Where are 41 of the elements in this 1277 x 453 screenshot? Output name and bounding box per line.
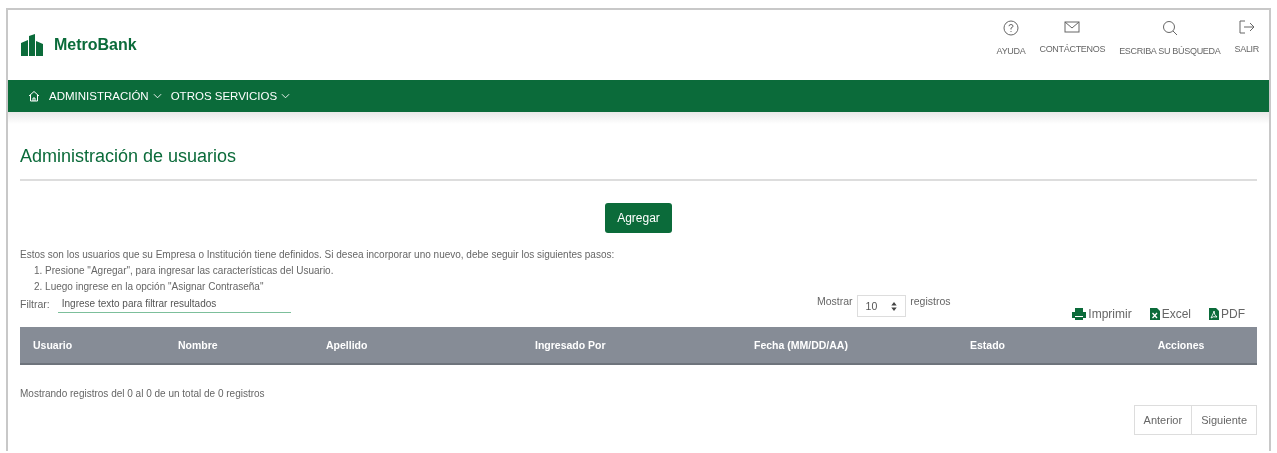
logout-link[interactable]: SALIR <box>1234 20 1259 80</box>
pdf-button[interactable]: PDF <box>1209 307 1245 321</box>
bank-logo-icon <box>20 33 44 57</box>
step-text: 2. Luego ingrese en la opción "Asignar Contraseña" <box>33 280 265 294</box>
step-text: 1. Presione "Agregar", para ingresar las características del Usuario. <box>33 264 335 278</box>
page-size-select[interactable]: 10 <box>856 295 907 317</box>
add-button[interactable]: Agregar <box>605 203 672 233</box>
brand-name: MetroBank <box>54 36 137 54</box>
records-summary: Mostrando registros del 0 al 0 de un total de 0 registros <box>20 388 265 399</box>
column-header[interactable]: Ingresado Por <box>522 339 741 351</box>
logout-icon <box>1238 20 1255 34</box>
records-label: registros <box>910 295 951 307</box>
search-link[interactable]: ESCRIBA SU BÚSQUEDA <box>1119 20 1221 80</box>
column-header[interactable]: Nombre <box>165 339 313 351</box>
pagination-button[interactable]: Anterior <box>1133 405 1193 435</box>
filter-label: Filtrar: <box>20 298 50 310</box>
intro-text: Estos son los usuarios que su Empresa o Institución tiene definidos. Si desea incorporar uno nuevo, debe seguir los siguientes pasos: <box>20 248 616 262</box>
printer-icon <box>1072 308 1087 320</box>
pagination-button[interactable]: Siguiente <box>1192 405 1257 435</box>
chevron-icon <box>152 93 162 99</box>
print-button[interactable]: Imprimir <box>1072 307 1132 321</box>
pdf-file-icon <box>1209 308 1219 320</box>
nav-menu[interactable]: OTROS SERVICIOS <box>170 90 291 102</box>
column-header[interactable]: Fecha (MM/DD/AA) <box>741 339 957 351</box>
column-header[interactable]: Usuario <box>20 339 165 351</box>
search-icon <box>1161 20 1178 36</box>
mail-icon <box>1064 20 1081 34</box>
mail-link[interactable]: CONTÁCTENOS <box>1039 20 1106 80</box>
excel-button[interactable]: Excel <box>1149 307 1191 321</box>
page-title: Administración de usuarios <box>20 112 1257 181</box>
show-label: Mostrar <box>817 295 853 307</box>
column-header[interactable]: Apellido <box>313 339 522 351</box>
sort-arrows-icon <box>891 301 898 311</box>
excel-file-icon <box>1149 308 1160 320</box>
help-link[interactable]: AYUDA <box>996 20 1026 80</box>
home-icon[interactable] <box>28 90 40 102</box>
chevron-icon <box>281 93 291 99</box>
column-header[interactable]: Acciones <box>1105 339 1257 351</box>
nav-menu[interactable]: ADMINISTRACIÓN <box>49 90 162 102</box>
help-icon <box>1003 20 1019 36</box>
column-header[interactable]: Estado <box>957 339 1105 351</box>
